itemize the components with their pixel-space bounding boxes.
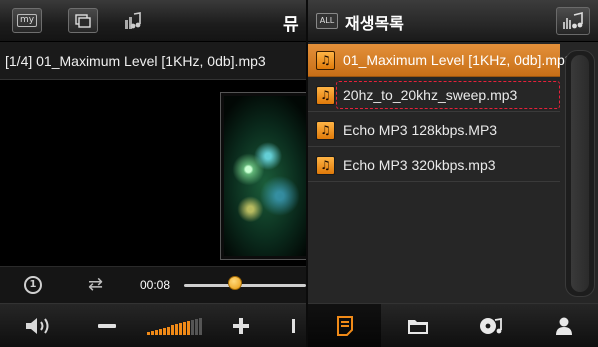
playlist-list: ♫ 01_Maximum Level [1KHz, 0db].mp3 ♫ 20h… [308, 44, 573, 299]
plus-icon [233, 318, 249, 334]
playback-controls: 1 ⇄ 00:08 [0, 266, 306, 303]
playlist-item-label: Echo MP3 320kbps.mp3 [343, 157, 496, 173]
volume-level[interactable] [138, 304, 210, 347]
focus-outline [336, 81, 560, 109]
minus-icon [98, 324, 116, 328]
playlist-title: 재생목록 [345, 14, 404, 33]
playlist-item[interactable]: ♫ Echo MP3 320kbps.mp3 [308, 149, 560, 182]
music-tag-button[interactable] [118, 8, 148, 33]
playlist-item-label: Echo MP3 128kbps.MP3 [343, 122, 498, 138]
volume-bar [182, 322, 186, 335]
music-player: my 뮤 [1/4] 01_Maximum Level [1KHz, 0db].… [0, 0, 306, 347]
player-bottom-bar [0, 303, 306, 347]
music-note-icon: ♫ [316, 86, 335, 105]
player-title: 뮤 [283, 15, 299, 35]
all-badge[interactable]: ALL [316, 13, 338, 29]
tab-artist[interactable] [527, 304, 598, 347]
playlist-item[interactable]: ♫ 01_Maximum Level [1KHz, 0db].mp3 [308, 44, 573, 77]
playlist-panel: ALL 재생목록 ♫ 01_Maximum Level [1KHz, 0db].… [306, 0, 598, 347]
seek-bar[interactable] [184, 284, 306, 287]
now-playing-bar: [1/4] 01_Maximum Level [1KHz, 0db].mp3 [0, 42, 306, 80]
volume-bar [154, 329, 158, 335]
volume-bar [162, 327, 166, 335]
volume-bar [146, 332, 150, 335]
folder-icon [407, 320, 428, 334]
volume-bar [166, 326, 170, 335]
volume-bar [190, 319, 194, 335]
music-note-icon: ♫ [316, 121, 335, 140]
volume-up-button[interactable] [226, 304, 256, 347]
music-tag-icon [125, 11, 141, 29]
playlist-header: ALL 재생목록 [308, 0, 598, 42]
window-icon [75, 13, 91, 28]
playlist-item-label: 01_Maximum Level [1KHz, 0db].mp3 [343, 52, 573, 68]
my-button[interactable]: my [12, 8, 42, 33]
music-note-icon: ♫ [316, 51, 335, 70]
player-top-bar: my 뮤 [0, 0, 306, 42]
seek-thumb[interactable] [228, 276, 243, 290]
volume-down-button[interactable] [92, 304, 122, 347]
window-button[interactable] [68, 8, 98, 33]
volume-level-icon [146, 317, 202, 335]
volume-bar [198, 317, 202, 335]
equalizer-icon [563, 12, 583, 29]
speaker-icon [26, 318, 49, 334]
music-note-icon: ♫ [316, 156, 335, 175]
volume-bar [194, 318, 198, 335]
artist-icon [555, 317, 572, 335]
tab-playlist[interactable] [308, 304, 381, 347]
repeat-icon[interactable]: ⇄ [88, 276, 103, 294]
equalizer-button[interactable] [556, 7, 590, 35]
volume-bar [178, 323, 182, 335]
volume-bar [186, 321, 190, 335]
volume-bar [150, 330, 154, 335]
previous-icon [292, 319, 295, 333]
playlist-icon [336, 316, 353, 336]
volume-bar [170, 325, 174, 335]
repeat-one-icon[interactable]: 1 [24, 276, 42, 294]
playlist-tab-bar [308, 303, 598, 347]
volume-bar [174, 324, 178, 335]
elapsed-time: 00:08 [140, 278, 171, 292]
playlist-item[interactable]: ♫ Echo MP3 128kbps.MP3 [308, 114, 560, 147]
my-icon: my [16, 14, 38, 27]
playlist-item[interactable]: ♫ 20hz_to_20khz_sweep.mp3 [308, 79, 560, 112]
album-art-area [0, 80, 306, 266]
scrollbar-thumb[interactable] [571, 55, 589, 292]
tab-folder[interactable] [381, 304, 454, 347]
mute-button[interactable] [20, 304, 58, 347]
previous-button[interactable] [286, 304, 306, 347]
album-art[interactable] [220, 92, 306, 260]
playlist-scrollbar[interactable] [565, 50, 595, 297]
now-playing-text: [1/4] 01_Maximum Level [1KHz, 0db].mp3 [5, 53, 266, 69]
volume-bar [158, 328, 162, 335]
album-icon [479, 317, 502, 334]
tab-album[interactable] [454, 304, 527, 347]
